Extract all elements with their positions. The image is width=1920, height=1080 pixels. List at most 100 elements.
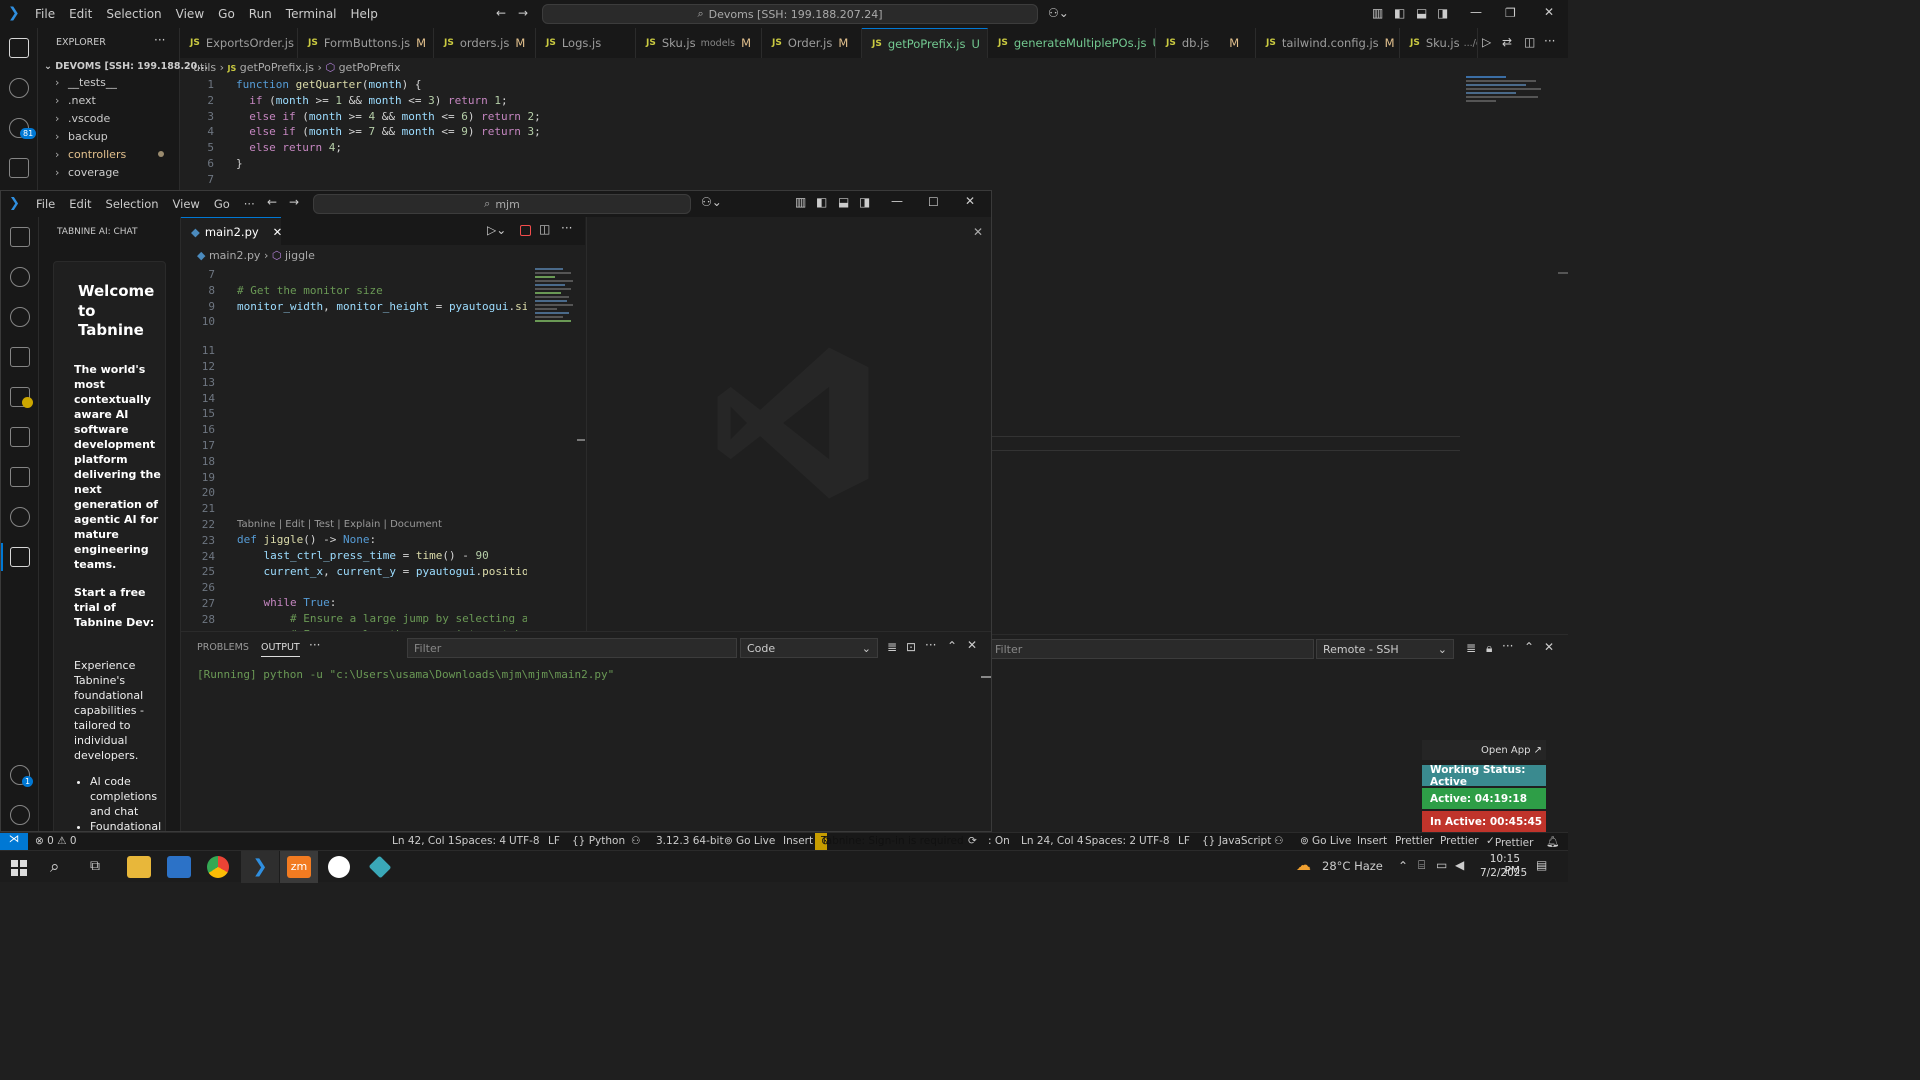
maximize-panel-icon[interactable]: ⌃ <box>947 639 957 653</box>
clear-output-icon[interactable]: ≣ <box>887 640 897 654</box>
toggle-panel-icon[interactable]: ⬓ <box>1416 6 1427 20</box>
remote-indicator-icon[interactable]: ⋊ <box>0 833 28 851</box>
close-icon[interactable]: ✕ <box>1544 5 1554 19</box>
task-view-icon[interactable]: ⧉ <box>90 858 100 874</box>
run-python-icon[interactable]: ▷⌄ <box>487 223 506 237</box>
prettier-1[interactable]: Prettier <box>1395 835 1434 847</box>
tree-item[interactable]: __tests__ <box>0 76 180 94</box>
prettier-2[interactable]: Prettier <box>1440 835 1479 847</box>
language-mode-back[interactable]: {} JavaScript <box>1202 835 1271 847</box>
run-icon[interactable]: ▷ <box>1482 35 1491 49</box>
run-debug-icon[interactable] <box>10 347 30 367</box>
tree-item[interactable]: .vscode <box>0 112 180 130</box>
menu-go[interactable]: Go <box>207 197 237 211</box>
explorer-icon[interactable] <box>9 38 29 58</box>
vscode-taskbar-icon[interactable]: ❯ <box>248 856 272 878</box>
explorer-icon[interactable] <box>10 227 30 247</box>
status-on[interactable]: : On <box>988 835 1010 847</box>
copilot-icon[interactable]: ⚇ <box>631 835 640 847</box>
breadcrumb-folder[interactable]: utils <box>193 61 216 74</box>
back-command-center[interactable]: ⌕ Devoms [SSH: 199.188.207.24] <box>542 4 1038 24</box>
compare-icon[interactable]: ⇄ <box>1502 35 1512 49</box>
gear-icon[interactable] <box>10 805 30 825</box>
close-icon[interactable]: ✕ <box>965 194 975 208</box>
clear-output-icon[interactable]: ≣ <box>1466 641 1476 655</box>
tab-formbuttons[interactable]: JS FormButtons.js M <box>298 28 434 58</box>
lock-icon[interactable]: 🔒︎ <box>1486 641 1492 656</box>
maximize-panel-icon[interactable]: ⌃ <box>1524 640 1534 654</box>
search-icon[interactable]: ⌕ <box>50 857 60 877</box>
notifications-icon[interactable]: ▤ <box>1536 858 1547 872</box>
minimize-icon[interactable]: — <box>1470 5 1482 19</box>
chrome-icon[interactable] <box>207 856 229 878</box>
split-editor-icon[interactable]: ◫ <box>1524 35 1535 49</box>
chevron-up-icon[interactable]: ⌃ <box>1398 859 1408 873</box>
toggle-secondary-icon[interactable]: ◨ <box>859 195 870 209</box>
search-icon[interactable] <box>10 267 30 287</box>
volume-icon[interactable]: ◀︎ <box>1455 858 1464 872</box>
go-live-back[interactable]: Go Live <box>1312 835 1351 847</box>
tree-item[interactable]: .next <box>0 94 180 112</box>
tab-tailwind[interactable]: JS tailwind.config.js M <box>1256 28 1400 58</box>
network-icon[interactable]: ⌸ <box>1418 858 1425 873</box>
nav-forward-icon[interactable]: → <box>518 6 528 20</box>
minimize-icon[interactable]: — <box>891 194 903 208</box>
line-ending[interactable]: LF <box>548 835 560 847</box>
vscode-insiders-icon[interactable] <box>368 855 392 879</box>
prettier-3[interactable]: ✓ Prettier <box>1486 835 1533 849</box>
indentation-back[interactable]: Spaces: 2 <box>1085 835 1136 847</box>
bell-icon[interactable]: 🔔︎ <box>1546 835 1559 848</box>
menu-terminal[interactable]: Terminal <box>279 7 344 21</box>
front-code-area[interactable]: 7 8 9 10 11 12 13 14 15 16 17 18 19 20 2… <box>181 266 527 632</box>
menu-edit[interactable]: Edit <box>62 197 98 211</box>
menu-file[interactable]: File <box>29 197 62 211</box>
tree-item[interactable]: backup <box>0 130 180 148</box>
more-menu-icon[interactable]: ··· <box>237 197 262 211</box>
toggle-secondary-icon[interactable]: ◨ <box>1437 6 1448 20</box>
cursor-position[interactable]: Ln 42, Col 1 <box>392 835 455 847</box>
zm-app-icon[interactable]: zm <box>287 856 311 878</box>
output-channel-select[interactable]: Remote - SSH ⌄ <box>1316 639 1454 659</box>
display-icon[interactable]: ▭ <box>1436 858 1447 872</box>
nav-forward-icon[interactable]: → <box>289 195 299 209</box>
insert-mode[interactable]: Insert <box>783 835 813 847</box>
menu-help[interactable]: Help <box>344 7 385 21</box>
clock-date[interactable]: 7/2/2025 <box>1480 867 1527 879</box>
source-control-icon[interactable] <box>10 307 30 327</box>
nav-back-icon[interactable]: ← <box>267 195 277 209</box>
language-mode[interactable]: {} Python <box>572 835 625 847</box>
back-code-editor[interactable]: function getQuarter(month) { if (month >… <box>236 77 541 172</box>
split-editor-icon[interactable]: ◫ <box>539 222 550 236</box>
stop-icon[interactable] <box>520 225 531 236</box>
close-group-icon[interactable]: ✕ <box>973 225 983 239</box>
copilot-icon[interactable]: ⚇ <box>1274 835 1283 847</box>
tab-generatemultiplepos[interactable]: JSgenerateMultiplePOs.jsU <box>988 28 1156 58</box>
encoding-back[interactable]: UTF-8 <box>1139 835 1170 847</box>
open-app-button[interactable]: Open App ↗ <box>1422 740 1546 760</box>
lock-icon[interactable]: ⊡ <box>906 640 916 654</box>
lightning-icon[interactable] <box>10 507 30 527</box>
breadcrumb-file[interactable]: main2.py <box>209 249 260 262</box>
menu-selection[interactable]: Selection <box>99 7 168 21</box>
tab-exportsorder[interactable]: JS ExportsOrder.js <box>180 28 298 58</box>
toggle-panel-icon[interactable]: ⬓ <box>838 195 849 209</box>
output-channel-select[interactable]: Code ⌄ <box>740 638 878 658</box>
output-filter-input[interactable]: Filter <box>407 638 737 658</box>
menu-view[interactable]: View <box>166 197 207 211</box>
more-actions-icon[interactable]: ··· <box>1544 34 1555 48</box>
more-icon[interactable]: ··· <box>925 638 936 652</box>
file-explorer-icon[interactable] <box>127 856 151 878</box>
explorer-root[interactable]: ⌄ DEVOMS [SSH: 199.188.20... <box>44 61 208 72</box>
tab-sku-c[interactable]: JS Sku.js.../c <box>1400 28 1478 58</box>
menu-view[interactable]: View <box>169 7 211 21</box>
tabnine-codelens[interactable]: Tabnine | Edit | Test | Explain | Docume… <box>237 519 442 530</box>
breadcrumb-file[interactable]: getPoPrefix.js <box>240 61 314 74</box>
store-icon[interactable] <box>167 856 191 878</box>
tab-close-icon[interactable]: ✕ <box>273 225 283 239</box>
problems-count[interactable]: ⊗ 0 ⚠ 0 <box>35 835 77 847</box>
app-icon[interactable] <box>328 856 350 878</box>
windows-start-icon[interactable] <box>11 860 27 876</box>
copilot-icon[interactable]: ⚇⌄ <box>1048 6 1069 20</box>
menu-selection[interactable]: Selection <box>99 197 166 211</box>
more-icon[interactable]: ··· <box>154 33 165 47</box>
